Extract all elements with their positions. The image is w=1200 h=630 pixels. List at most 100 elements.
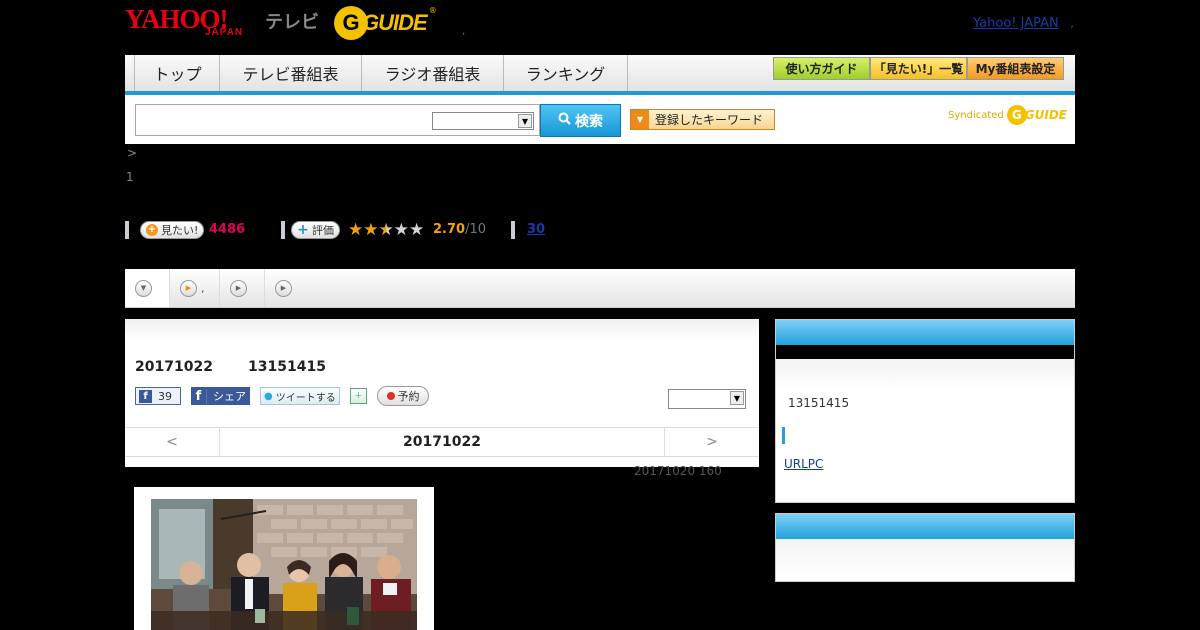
nav-edge: [125, 55, 135, 91]
tab-program-info[interactable]: ▼: [125, 269, 170, 307]
nav-tab-tv-schedule[interactable]: テレビ番組表: [220, 55, 362, 91]
chevron-down-icon: ▼: [135, 279, 152, 297]
reserve-label: 予約: [397, 390, 420, 403]
registered-mark: ®: [428, 6, 437, 15]
tab-item-2-label: ,: [201, 281, 205, 295]
program-tab-row: ▼ ▶ , ▶ ▶: [125, 269, 1075, 308]
star-icon: ★: [348, 220, 364, 240]
record-dot-icon: [386, 392, 395, 400]
facebook-like-button[interactable]: f 39: [135, 387, 181, 405]
update-note: 20171020 160: [634, 464, 722, 478]
play-icon: ▶: [180, 279, 197, 297]
play-icon: ▶: [275, 279, 292, 297]
side-url-link[interactable]: URLPC: [784, 457, 823, 471]
dropdown-arrow-icon: ▼: [631, 110, 649, 129]
header-separator-2: ,: [1070, 16, 1075, 31]
side-panel-body: [776, 539, 1074, 581]
plus-icon: +: [297, 222, 309, 238]
mitai-list-button[interactable]: 「見たい!」一覧: [870, 57, 967, 80]
add-calendar-icon[interactable]: ＋: [350, 388, 367, 404]
yahoo-japan-logo-text: JAPAN: [205, 27, 244, 38]
stat-divider: [511, 221, 515, 239]
chevron-down-icon: ▼: [730, 391, 744, 405]
star-icon: ★: [363, 220, 379, 240]
program-panel: 20171022 13151415 f 39 f シェア ● ツイートする ＋ …: [125, 319, 759, 467]
chevron-down-icon: ▼: [518, 114, 532, 128]
side-panel-title-bar: [776, 345, 1074, 359]
rating-label: 評価: [312, 224, 334, 237]
yahoo-japan-link[interactable]: Yahoo! JAPAN: [973, 16, 1059, 31]
tweet-button[interactable]: ● ツイートする: [260, 387, 340, 405]
mitai-count: 4486: [209, 222, 246, 237]
plus-icon: +: [146, 224, 158, 236]
side-panel-header: [776, 320, 1074, 345]
reserve-button[interactable]: 予約: [377, 386, 429, 406]
stat-divider: [281, 221, 285, 239]
review-count-link[interactable]: 30: [527, 222, 545, 237]
program-stats: + 見たい! 4486 + 評価 ★★★★★ 2.70/10 30: [125, 220, 725, 242]
facebook-share-button[interactable]: f シェア: [191, 387, 250, 405]
syndicated-gguide-logo: Syndicated G GUIDE: [948, 105, 1067, 125]
side-panel-secondary: [775, 513, 1075, 582]
nav-tab-ranking[interactable]: ランキング: [504, 55, 628, 91]
twitter-bird-icon: ●: [264, 390, 273, 402]
main-nav: トップ テレビ番組表 ラジオ番組表 ランキング 使い方ガイド 「見たい!」一覧 …: [125, 55, 1075, 95]
tweet-label: ツイートする: [275, 392, 336, 404]
mitai-label: 見たい!: [161, 224, 199, 237]
next-date-button[interactable]: >: [664, 428, 759, 456]
episode-select[interactable]: ▼: [668, 389, 746, 409]
search-category-select[interactable]: ▼: [432, 112, 534, 130]
rating-value: 2.70/10: [433, 222, 486, 237]
facebook-like-count: 39: [158, 389, 172, 403]
search-button-label: 検索: [575, 113, 603, 130]
program-photo: [151, 499, 417, 630]
previous-date-button[interactable]: <: [125, 428, 220, 456]
rating-max: /10: [465, 222, 486, 237]
half-star-icon: ★: [378, 220, 394, 240]
current-date: 20171022: [403, 434, 481, 450]
stat-divider: [125, 221, 129, 239]
star-icon: ★: [393, 220, 409, 240]
nav-tab-top[interactable]: トップ: [136, 55, 220, 91]
nav-tab-radio-schedule[interactable]: ラジオ番組表: [362, 55, 504, 91]
registered-keyword-label: 登録したキーワード: [655, 113, 764, 127]
play-icon: ▶: [230, 279, 247, 297]
rating-stars: ★★★★★: [348, 220, 424, 240]
date-navigation: < 20171022 >: [125, 427, 759, 457]
panel-header: [125, 319, 759, 341]
tv-logo-text[interactable]: テレビ: [265, 8, 319, 34]
section-marker: [782, 427, 785, 444]
tab-item-4[interactable]: ▶: [265, 269, 310, 307]
registered-keyword-button[interactable]: ▼ 登録したキーワード: [630, 109, 775, 130]
side-broadcast-time: 13151415: [788, 396, 850, 410]
side-panel-subheader: [776, 359, 1074, 389]
header-separator: ,: [462, 26, 466, 37]
program-date: 20171022: [135, 359, 213, 375]
gguide-logo-text: GUIDE: [362, 10, 428, 35]
facebook-icon: f: [139, 389, 152, 403]
star-icon: ★: [409, 220, 425, 240]
page-number: 1: [126, 170, 134, 184]
facebook-icon: f: [191, 388, 207, 404]
program-photo-frame: [134, 487, 434, 630]
page: YAHOO! JAPAN テレビ G GUIDE ® , Yahoo! JAPA…: [0, 0, 1200, 630]
tab-item-3[interactable]: ▶: [220, 269, 265, 307]
side-panel-header: [776, 514, 1074, 539]
rating-button[interactable]: + 評価: [291, 221, 340, 239]
gguide-logo[interactable]: G GUIDE ®: [334, 6, 437, 40]
my-schedule-button[interactable]: My番組表設定: [967, 57, 1064, 80]
mitai-button[interactable]: + 見たい!: [140, 221, 205, 239]
rating-score: 2.70: [433, 222, 466, 237]
search-icon: [558, 112, 571, 129]
guide-button[interactable]: 使い方ガイド: [773, 57, 870, 80]
program-time: 13151415: [248, 359, 326, 375]
search-button[interactable]: 検索: [540, 104, 621, 137]
facebook-share-label: シェア: [213, 390, 246, 403]
syndicated-text: Syndicated: [948, 109, 1004, 121]
gguide-small-icon: G: [1006, 105, 1027, 125]
side-panel-broadcast: 13151415 URLPC: [775, 319, 1075, 503]
gguide-small-text: GUIDE: [1024, 108, 1067, 122]
breadcrumb: >: [127, 146, 138, 160]
search-bar: ▼ 検索 ▼ 登録したキーワード Syndicated G GUIDE: [125, 95, 1075, 144]
tab-item-2[interactable]: ▶ ,: [170, 269, 220, 307]
